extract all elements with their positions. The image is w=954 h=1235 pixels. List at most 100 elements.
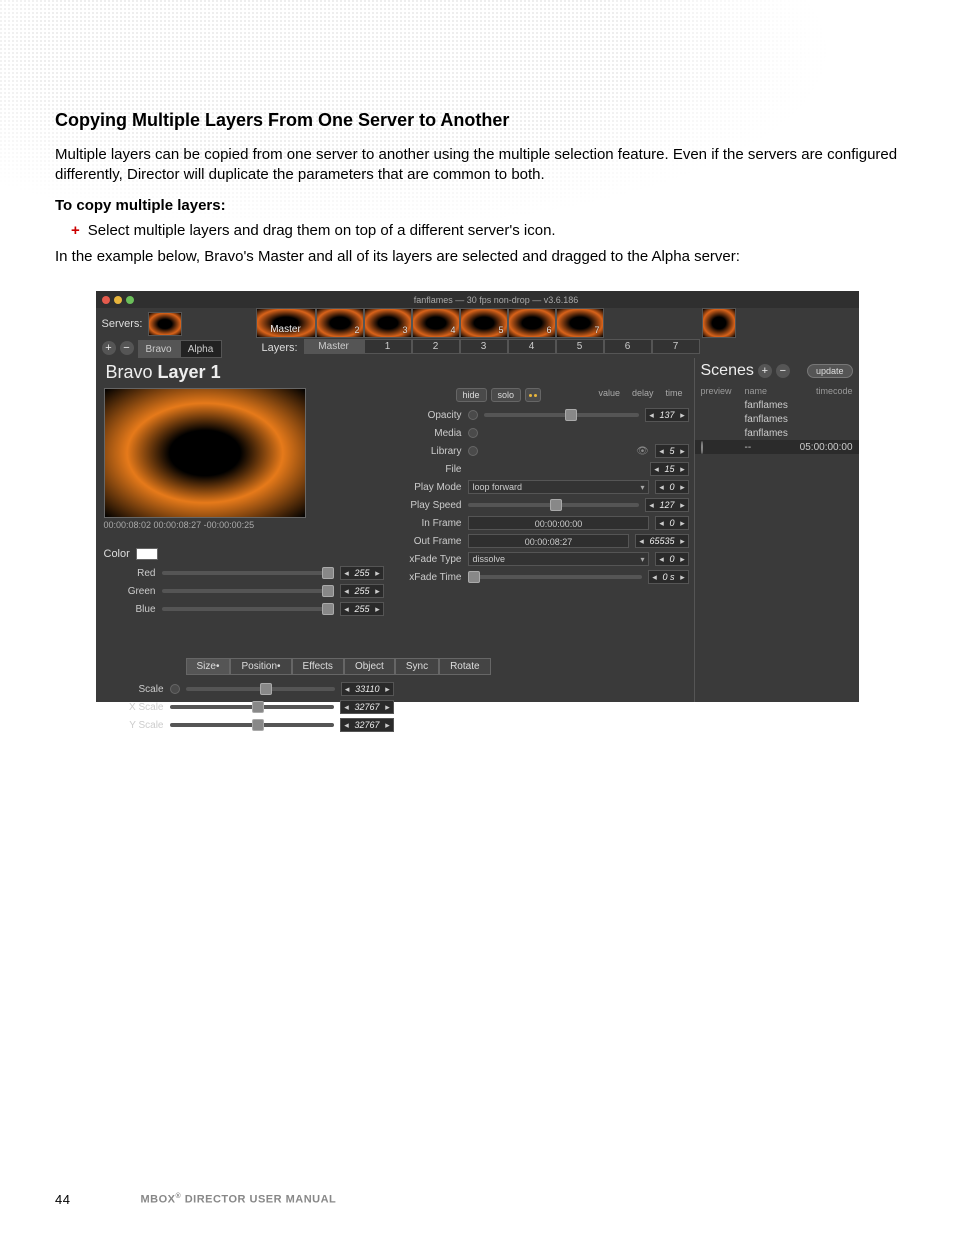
color-swatch[interactable]: [136, 548, 158, 560]
red-label: Red: [104, 568, 156, 579]
server-preview-thumbnail[interactable]: [148, 312, 182, 336]
scale-value[interactable]: ◂33110▸: [341, 682, 393, 696]
layer-thumbnail-master[interactable]: Master: [256, 308, 316, 338]
preview-timecode: 00:00:08:02 00:00:08:27 -00:00:00:25: [104, 520, 306, 530]
bullet-item: + Select multiple layers and drag them o…: [71, 222, 899, 239]
yscale-slider[interactable]: [170, 723, 335, 727]
col-timecode: timecode: [797, 386, 853, 396]
xscale-slider[interactable]: [170, 705, 335, 709]
scale-slider[interactable]: [186, 687, 336, 691]
param-dot-icon[interactable]: [468, 428, 478, 438]
subheading: To copy multiple layers:: [55, 196, 899, 216]
col-name: name: [745, 386, 789, 396]
zoom-icon[interactable]: [126, 296, 134, 304]
add-server-button[interactable]: +: [102, 341, 116, 355]
xfadetype-label: xFade Type: [386, 554, 462, 565]
window-titlebar: fanflames — 30 fps non-drop — v3.6.186: [96, 291, 859, 308]
library-value[interactable]: ◂5▸: [655, 444, 688, 458]
layer-tab[interactable]: 2: [412, 339, 460, 354]
layer-tab[interactable]: 7: [652, 339, 700, 354]
playmode-value[interactable]: ◂0▸: [655, 480, 688, 494]
green-value[interactable]: ◂255▸: [340, 584, 383, 598]
layer-thumbnail[interactable]: 6: [508, 308, 556, 338]
layer-tab[interactable]: 4: [508, 339, 556, 354]
playspeed-slider[interactable]: [468, 503, 640, 507]
footer-text: MBOX® DIRECTOR USER MANUAL: [140, 1193, 336, 1206]
blue-value[interactable]: ◂255▸: [340, 602, 383, 616]
layer-tab[interactable]: 3: [460, 339, 508, 354]
plus-icon: +: [71, 222, 80, 239]
yscale-value[interactable]: ◂32767▸: [340, 718, 393, 732]
layer-tab[interactable]: 1: [364, 339, 412, 354]
library-label: Library: [386, 446, 462, 457]
server-tab-alpha[interactable]: Alpha: [180, 340, 222, 358]
tab-effects[interactable]: Effects: [292, 658, 344, 675]
xfadetype-value[interactable]: ◂0▸: [655, 552, 688, 566]
solo-button[interactable]: solo: [491, 388, 522, 402]
xfadetime-slider[interactable]: [468, 575, 643, 579]
playmode-label: Play Mode: [386, 482, 462, 493]
paragraph-intro: Multiple layers can be copied from one s…: [55, 145, 899, 186]
blue-slider[interactable]: [162, 607, 335, 611]
hide-button[interactable]: hide: [456, 388, 487, 402]
color-label: Color: [104, 548, 130, 560]
scene-row[interactable]: fanflames: [695, 398, 859, 412]
scene-row[interactable]: fanflames: [695, 412, 859, 426]
layer-thumbnail[interactable]: 5: [460, 308, 508, 338]
tab-rotate[interactable]: Rotate: [439, 658, 490, 675]
tab-object[interactable]: Object: [344, 658, 395, 675]
xscale-value[interactable]: ◂32767▸: [340, 700, 393, 714]
playmode-select[interactable]: loop forward▾: [468, 480, 650, 494]
layer-tab[interactable]: 5: [556, 339, 604, 354]
server-tab-bravo[interactable]: Bravo: [138, 340, 180, 358]
layer-thumbnail[interactable]: 3: [364, 308, 412, 338]
scene-row-selected[interactable]: -- 05:00:00:00: [695, 440, 859, 454]
traffic-lights[interactable]: [102, 296, 134, 304]
opacity-slider[interactable]: [484, 413, 640, 417]
tab-position[interactable]: Position•: [230, 658, 291, 675]
update-button[interactable]: update: [807, 364, 853, 378]
inframe-field[interactable]: 00:00:00:00: [468, 516, 650, 530]
playspeed-value[interactable]: ◂127▸: [645, 498, 688, 512]
file-value[interactable]: ◂15▸: [650, 462, 688, 476]
xfadetime-value[interactable]: ◂0 s▸: [648, 570, 688, 584]
param-dot-icon[interactable]: [468, 446, 478, 456]
minimize-icon[interactable]: [114, 296, 122, 304]
opacity-value[interactable]: ◂137▸: [645, 408, 688, 422]
layers-label: Layers:: [256, 338, 304, 354]
blue-label: Blue: [104, 604, 156, 615]
layer-thumbnail[interactable]: 7: [556, 308, 604, 338]
layer-tab[interactable]: 6: [604, 339, 652, 354]
col-preview: preview: [701, 386, 737, 396]
tab-sync[interactable]: Sync: [395, 658, 439, 675]
green-slider[interactable]: [162, 589, 335, 593]
layer-thumbnail[interactable]: 4: [412, 308, 460, 338]
indicator-dots-icon[interactable]: [525, 388, 541, 402]
eye-icon[interactable]: 👁: [635, 446, 649, 457]
red-value[interactable]: ◂255▸: [340, 566, 383, 580]
layer-thumbnail[interactable]: 2: [316, 308, 364, 338]
remove-server-button[interactable]: −: [120, 341, 134, 355]
xfadetype-select[interactable]: dissolve▾: [468, 552, 650, 566]
page-number: 44: [55, 1192, 70, 1207]
scene-row[interactable]: fanflames: [695, 426, 859, 440]
col-delay: delay: [632, 388, 654, 404]
add-scene-button[interactable]: +: [758, 364, 772, 378]
refresh-icon: [701, 441, 703, 454]
master-label: Master: [270, 324, 301, 335]
bullet-text: Select multiple layers and drag them on …: [88, 222, 556, 239]
alpha-server-thumbnail[interactable]: [702, 308, 736, 338]
inframe-value[interactable]: ◂0▸: [655, 516, 688, 530]
param-dot-icon[interactable]: [468, 410, 478, 420]
param-dot-icon[interactable]: [170, 684, 180, 694]
layer-tab-master[interactable]: Master: [304, 339, 364, 354]
window-title: fanflames — 30 fps non-drop — v3.6.186: [414, 295, 579, 305]
outframe-value[interactable]: ◂65535▸: [635, 534, 688, 548]
red-slider[interactable]: [162, 571, 335, 575]
close-icon[interactable]: [102, 296, 110, 304]
outframe-field[interactable]: 00:00:08:27: [468, 534, 630, 548]
tab-size[interactable]: Size•: [186, 658, 231, 675]
col-value: value: [598, 388, 620, 404]
remove-scene-button[interactable]: −: [776, 364, 790, 378]
media-label: Media: [386, 428, 462, 439]
